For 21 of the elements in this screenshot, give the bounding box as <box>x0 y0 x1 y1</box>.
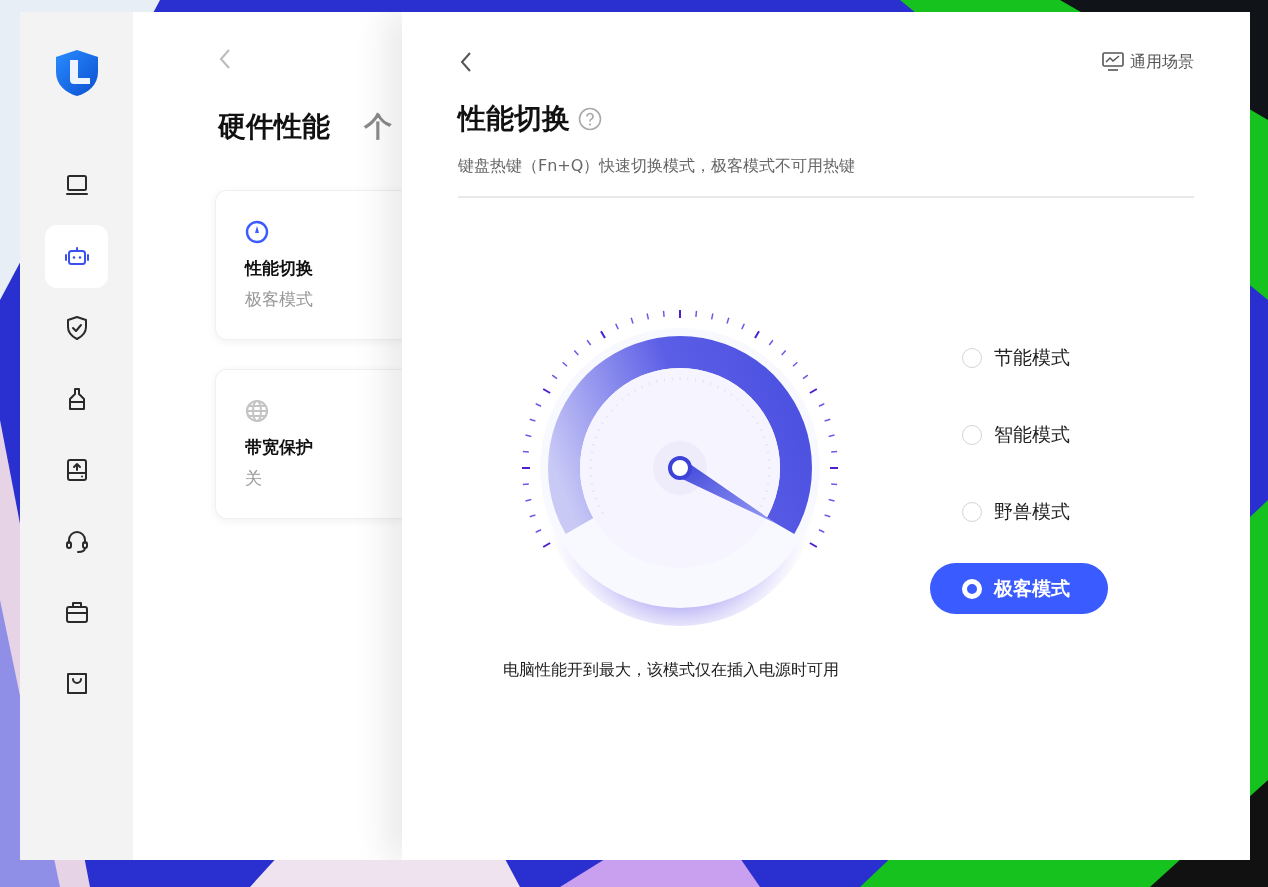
monitor-icon <box>1102 52 1124 72</box>
mode-option[interactable]: 极客模式 <box>930 563 1108 614</box>
scene-link[interactable]: 通用场景 <box>1102 50 1194 74</box>
logo-icon <box>53 48 100 98</box>
section-title: 性能切换 <box>458 101 570 137</box>
card-title: 带宽保护 <box>245 435 314 459</box>
card-value: 关 <box>245 467 263 490</box>
hotkey-hint: 键盘热键（Fn+Q）快速切换模式，极客模式不可用热键 <box>458 155 857 177</box>
mode-option[interactable]: 智能模式 <box>930 409 1108 460</box>
card-value: 极客模式 <box>245 288 314 311</box>
mode-option[interactable]: 节能模式 <box>930 332 1108 383</box>
gauge-icon <box>245 219 269 244</box>
back-button[interactable] <box>458 50 474 74</box>
feature-card[interactable]: 性能切换 极客模式 <box>215 190 402 340</box>
tab[interactable]: 硬件性能 <box>218 106 330 148</box>
mode-option[interactable]: 野兽模式 <box>930 486 1108 537</box>
globe-icon <box>245 398 269 423</box>
sidebar-item[interactable] <box>45 225 108 288</box>
feature-card[interactable]: 带宽保护 关 <box>215 369 402 519</box>
mode-description: 电脑性能开到最大，该模式仅在插入电源时可用 <box>503 659 840 681</box>
card-title: 性能切换 <box>245 256 314 280</box>
